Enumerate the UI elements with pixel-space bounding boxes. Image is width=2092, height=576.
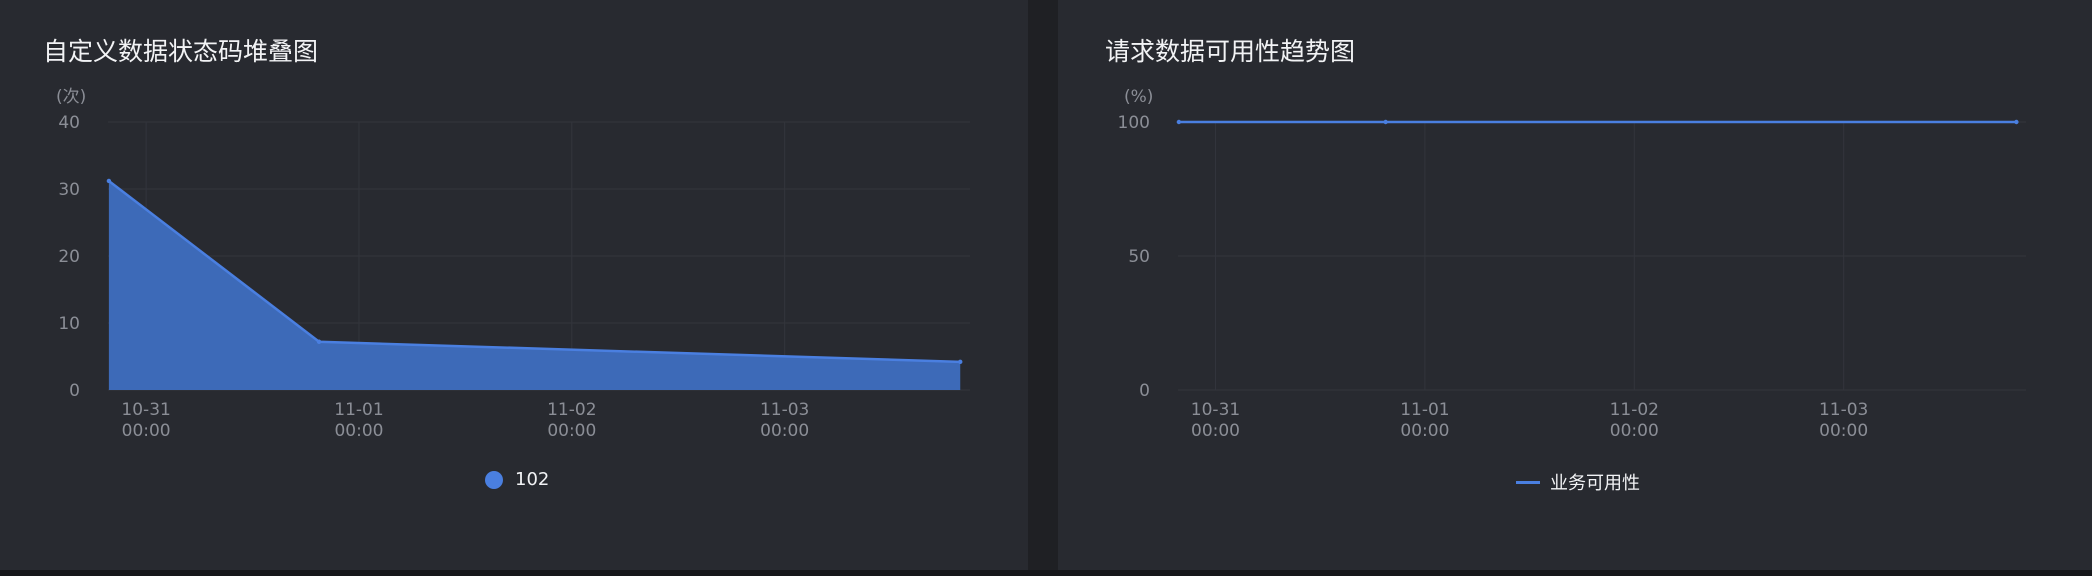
x-tick-label-date: 10-31 bbox=[121, 400, 170, 420]
status-code-area-chart: (次)01020304010-3100:0011-0100:0011-0200:… bbox=[56, 87, 970, 440]
status-code-stack-panel: 自定义数据状态码堆叠图 (次) 0 10 20 30 40 10-31 00:00 11-01 0… bbox=[0, 0, 1028, 570]
data-point bbox=[2014, 119, 2019, 125]
x-tick-label-date: 11-02 bbox=[1610, 400, 1659, 420]
y-tick-label: 30 bbox=[58, 180, 80, 200]
data-point bbox=[1383, 119, 1388, 125]
x-tick-label-time: 00:00 bbox=[122, 421, 171, 440]
chart-legend[interactable]: 业务可用性 bbox=[1516, 469, 1640, 495]
y-axis-unit-label: (%) bbox=[1124, 87, 1153, 107]
y-axis-unit-label: (次) bbox=[56, 87, 86, 107]
y-tick-label: 20 bbox=[58, 247, 80, 267]
legend-label: 业务可用性 bbox=[1550, 473, 1640, 494]
x-tick-label-date: 11-03 bbox=[1819, 400, 1868, 420]
x-tick-label-date: 11-01 bbox=[1400, 400, 1449, 420]
x-tick-label-time: 00:00 bbox=[1819, 421, 1868, 440]
data-point bbox=[958, 359, 963, 365]
x-tick-label-time: 00:00 bbox=[334, 421, 383, 440]
y-tick-label: 10 bbox=[58, 314, 80, 334]
x-tick-label-date: 11-02 bbox=[547, 400, 596, 420]
y-tick-label: 0 bbox=[69, 381, 80, 401]
x-tick-label-time: 00:00 bbox=[547, 421, 596, 440]
dashboard: 自定义数据状态码堆叠图 (次) 0 10 20 30 40 10-31 00:00 11-01 0… bbox=[0, 0, 2092, 576]
x-tick-label-date: 11-01 bbox=[334, 400, 383, 420]
bottom-divider bbox=[0, 570, 2092, 576]
x-tick-label-date: 11-03 bbox=[760, 400, 809, 420]
y-tick-label: 100 bbox=[1118, 113, 1150, 133]
data-point bbox=[1176, 119, 1182, 125]
y-tick-label: 50 bbox=[1128, 247, 1150, 267]
availability-trend-panel: 请求数据可用性趋势图 (%) 0 50 100 10-31 00:00 11-01 00:00… bbox=[1058, 0, 2092, 570]
data-point bbox=[316, 339, 322, 344]
legend-circle-icon bbox=[485, 470, 503, 489]
legend-line-icon bbox=[1516, 480, 1540, 484]
y-tick-label: 0 bbox=[1139, 381, 1150, 401]
y-tick-label: 40 bbox=[58, 113, 80, 133]
availability-line-chart: (%)05010010-3100:0011-0100:0011-0200:001… bbox=[1118, 87, 2026, 440]
x-tick-label-time: 00:00 bbox=[1610, 421, 1659, 440]
x-tick-label-time: 00:00 bbox=[1400, 421, 1449, 440]
x-tick-label-time: 00:00 bbox=[760, 421, 809, 440]
x-tick-label-time: 00:00 bbox=[1191, 421, 1240, 440]
data-point bbox=[106, 178, 112, 184]
x-tick-label-date: 10-31 bbox=[1191, 400, 1240, 420]
chart-legend[interactable]: 102 bbox=[485, 469, 549, 490]
legend-label: 102 bbox=[515, 469, 550, 490]
